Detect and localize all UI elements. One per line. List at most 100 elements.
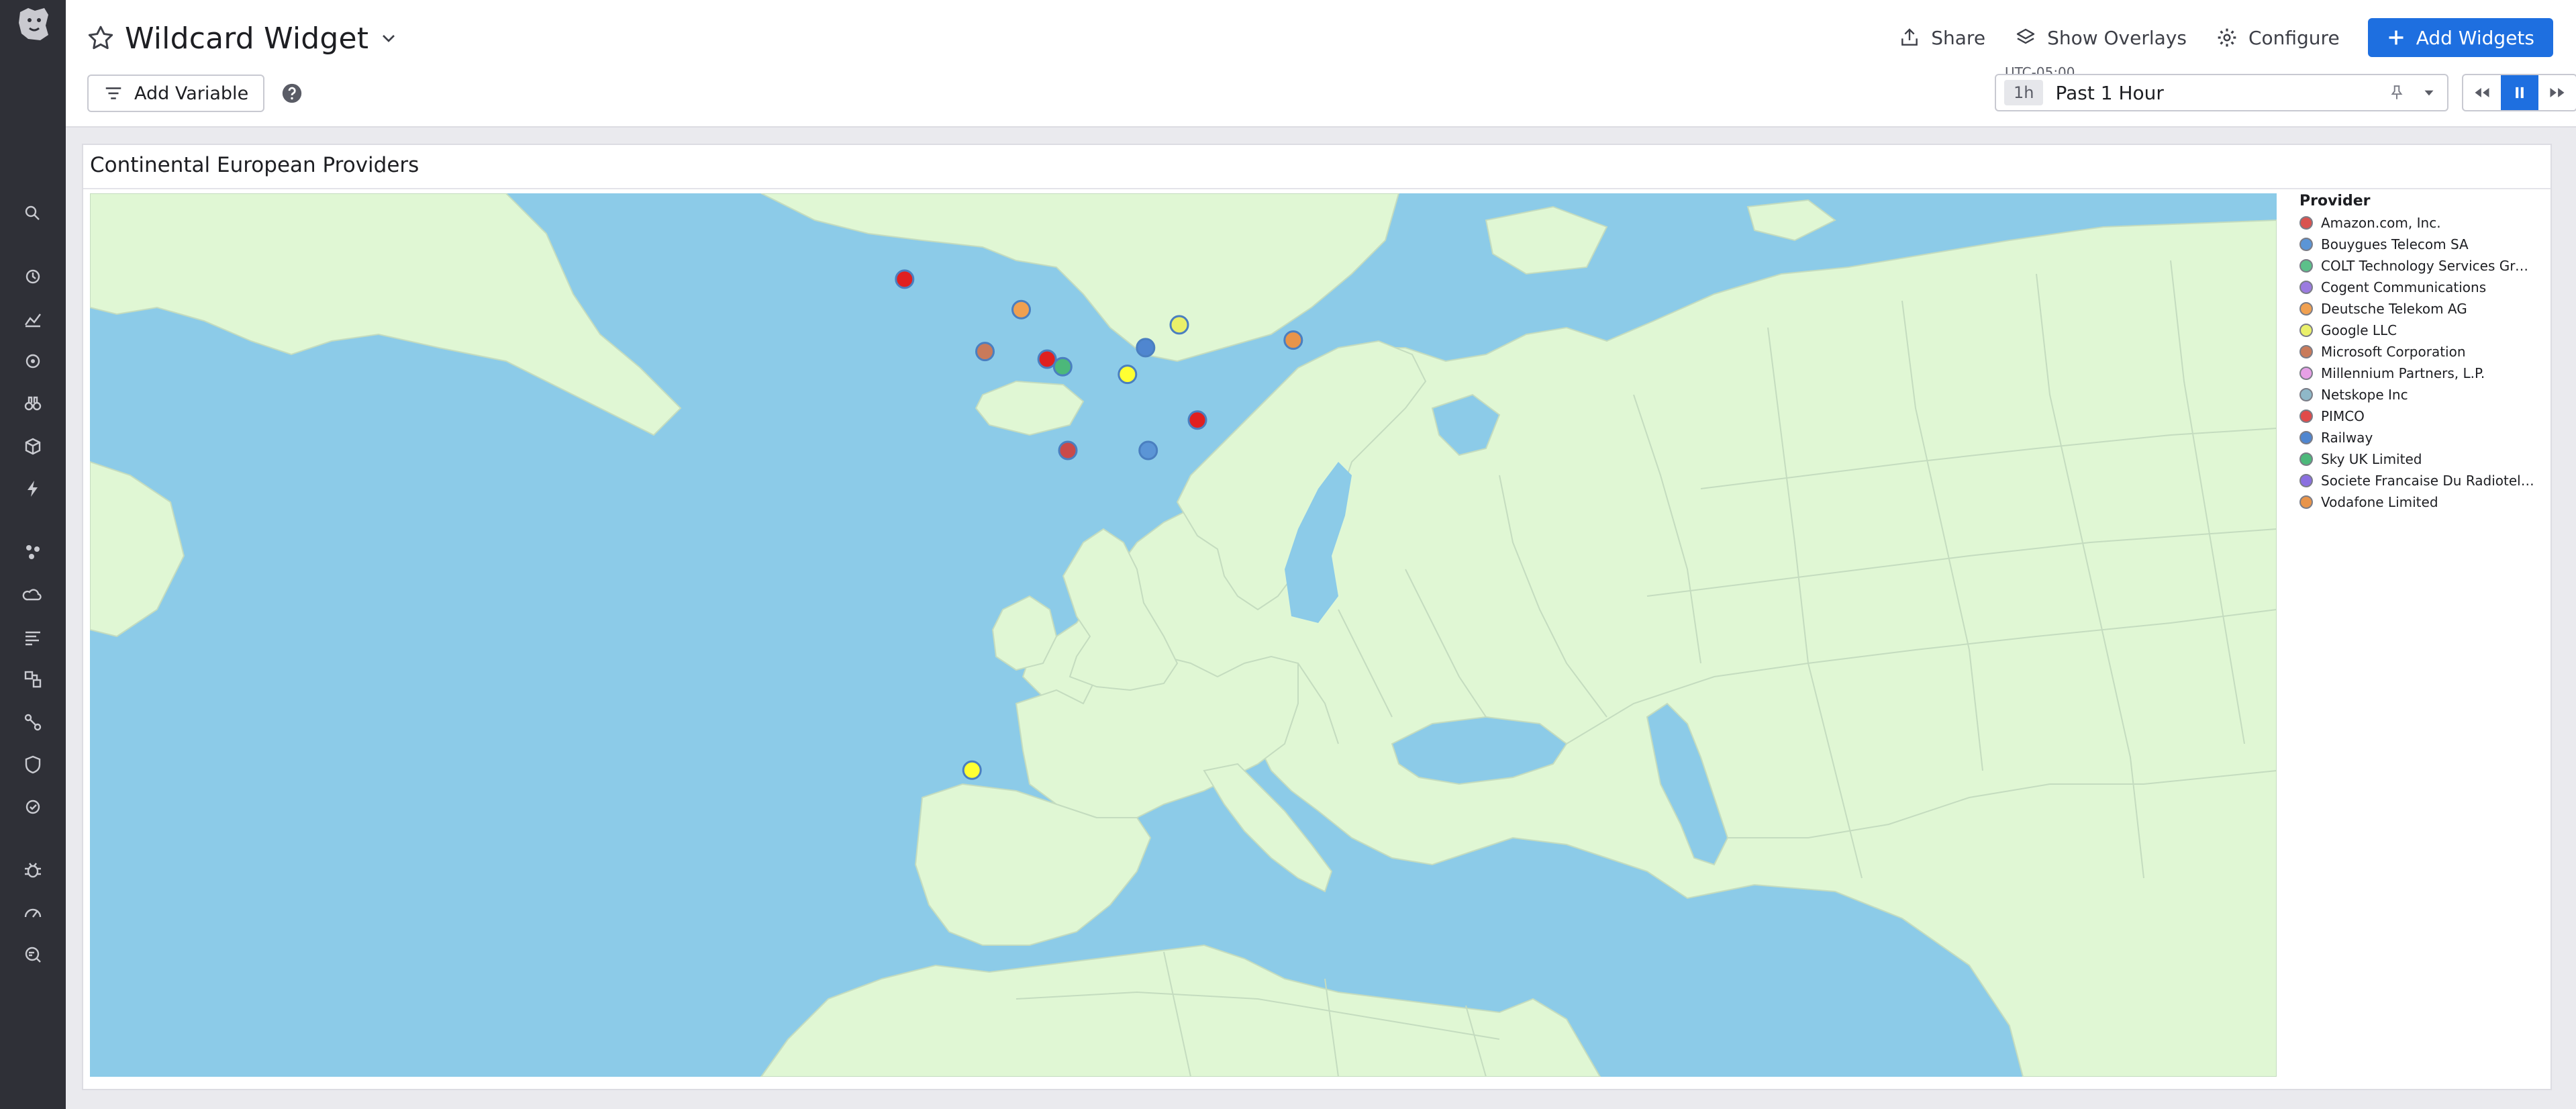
legend-item[interactable]: Millennium Partners, L.P. (2299, 363, 2541, 384)
map-point[interactable] (1169, 315, 1189, 335)
map-point[interactable] (1011, 299, 1031, 320)
legend-item[interactable]: Cogent Communications (2299, 277, 2541, 298)
time-range-picker[interactable]: 1h Past 1 Hour (1995, 74, 2448, 111)
monitors-icon (26, 354, 40, 369)
map-point[interactable] (975, 342, 995, 362)
legend-swatch (2299, 281, 2313, 294)
legend-label: Sky UK Limited (2321, 451, 2422, 467)
gear-icon (2218, 28, 2236, 47)
nav-item-bug[interactable] (19, 857, 46, 883)
legend-label: PIMCO (2321, 408, 2365, 424)
nav-item-apm[interactable] (19, 666, 46, 693)
plus-icon (2389, 30, 2404, 45)
legend-item[interactable]: Sky UK Limited (2299, 448, 2541, 470)
fast-forward-button[interactable] (2538, 75, 2576, 110)
widget-title[interactable]: Continental European Providers (90, 153, 419, 177)
variables-row: Add Variable (87, 74, 303, 113)
map-point[interactable] (1118, 365, 1138, 385)
add-widgets-button[interactable]: Add Widgets (2367, 18, 2553, 57)
legend-swatch (2299, 431, 2313, 444)
legend-item[interactable]: Amazon.com, Inc. (2299, 212, 2541, 234)
legend-label: Societe Francaise Du Radiotelep... (2321, 473, 2536, 489)
legend-label: Google LLC (2321, 322, 2397, 338)
bug-icon (25, 863, 41, 878)
map-point[interactable] (1058, 440, 1078, 461)
ci-icon (26, 800, 40, 814)
geomap[interactable] (90, 193, 2277, 1077)
nav-item-ci[interactable] (19, 793, 46, 820)
legend-title: Provider (2299, 193, 2371, 209)
dashboard-header: Wildcard Widget Share Show Overlays Conf… (66, 0, 2576, 128)
fast-forward-icon (2550, 88, 2565, 97)
nav-item-network[interactable] (19, 709, 46, 736)
map-point[interactable] (895, 269, 915, 289)
gauge-icon (24, 908, 42, 918)
legend-item[interactable]: Vodafone Limited (2299, 491, 2541, 513)
share-icon (1901, 28, 1918, 46)
map-canvas[interactable] (90, 193, 2277, 1077)
land-canada (90, 193, 682, 436)
nav-item-gauge[interactable] (19, 900, 46, 926)
nav-item-metrics[interactable] (19, 305, 46, 332)
legend-item[interactable]: Societe Francaise Du Radiotelep... (2299, 470, 2541, 491)
map-point[interactable] (1187, 410, 1207, 430)
nav-item-binoculars[interactable] (19, 390, 46, 417)
nav-item-integrations[interactable] (19, 433, 46, 460)
nav-item-cloud[interactable] (19, 581, 46, 608)
help-icon[interactable] (281, 82, 303, 105)
nav-item-history[interactable] (19, 263, 46, 290)
page-title[interactable]: Wildcard Widget (125, 21, 368, 56)
legend-swatch (2299, 238, 2313, 251)
map-point[interactable] (1283, 330, 1303, 350)
nav-item-synthetics[interactable] (19, 941, 46, 968)
legend-label: Vodafone Limited (2321, 494, 2438, 510)
rewind-icon (2475, 88, 2489, 97)
binoculars-icon (24, 396, 42, 411)
header-actions: Share Show Overlays Configure Add Widget… (1884, 17, 2553, 58)
playback-controls (2462, 74, 2576, 111)
nav-item-monitors[interactable] (19, 348, 46, 375)
map-point[interactable] (962, 760, 982, 780)
legend-item[interactable]: Bouygues Telecom SA (2299, 234, 2541, 255)
nav-item-infrastructure[interactable] (19, 538, 46, 565)
legend-swatch (2299, 388, 2313, 401)
show-overlays-button[interactable]: Show Overlays (2000, 17, 2201, 58)
legend-item[interactable]: Deutsche Telekom AG (2299, 298, 2541, 320)
map-point[interactable] (1136, 338, 1156, 358)
legend-label: Deutsche Telekom AG (2321, 301, 2467, 317)
legend-item[interactable]: Google LLC (2299, 320, 2541, 341)
share-button[interactable]: Share (1884, 17, 2000, 58)
caret-down-icon[interactable] (2420, 84, 2438, 101)
nav-item-logs[interactable] (19, 624, 46, 650)
configure-button[interactable]: Configure (2201, 17, 2355, 58)
legend-item[interactable]: Microsoft Corporation (2299, 341, 2541, 363)
map-point[interactable] (1052, 356, 1073, 377)
add-variable-button[interactable]: Add Variable (87, 75, 265, 112)
legend-item[interactable]: COLT Technology Services Grou... (2299, 255, 2541, 277)
legend-label: Netskope Inc (2321, 387, 2408, 403)
legend-item[interactable]: PIMCO (2299, 405, 2541, 427)
legend-label: Railway (2321, 430, 2373, 446)
rewind-button[interactable] (2463, 75, 2501, 110)
nav-item-security[interactable] (19, 751, 46, 778)
legend-swatch (2299, 302, 2313, 316)
legend-swatch (2299, 216, 2313, 230)
configure-label: Configure (2248, 26, 2340, 49)
map-point[interactable] (1138, 440, 1158, 461)
network-icon (24, 714, 42, 731)
nav-item-events[interactable] (19, 475, 46, 502)
legend-item[interactable]: Netskope Inc (2299, 384, 2541, 405)
nav-rail (0, 0, 66, 1109)
legend-item[interactable]: Railway (2299, 427, 2541, 448)
legend-label: Millennium Partners, L.P. (2321, 365, 2485, 381)
pause-button[interactable] (2501, 75, 2538, 110)
time-range-label: Past 1 Hour (2055, 81, 2164, 104)
legend-swatch (2299, 495, 2313, 509)
overlays-label: Show Overlays (2047, 26, 2187, 49)
star-icon[interactable] (86, 23, 115, 53)
pin-icon[interactable] (2388, 84, 2406, 101)
chevron-down-icon[interactable] (378, 28, 399, 49)
nav-item-search[interactable] (19, 200, 46, 227)
datadog-logo-icon[interactable] (15, 5, 52, 43)
land-greenland (760, 193, 1400, 363)
